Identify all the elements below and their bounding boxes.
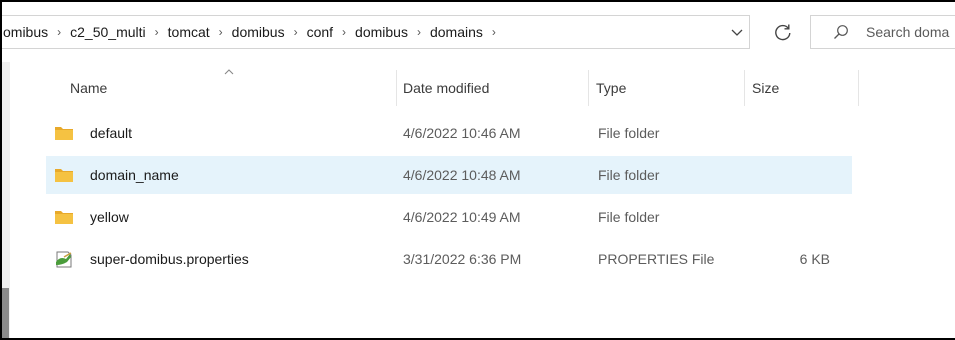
column-headers: Name Date modified Type Size [10,69,955,106]
column-header-name[interactable]: Name [64,70,364,106]
file-name: yellow [90,209,129,225]
search-icon [834,25,848,39]
list-item[interactable]: super-domibus.properties 3/31/2022 6:36 … [46,240,852,278]
address-row: omibus › c2_50_multi › tomcat › domibus … [2,2,955,62]
file-date-modified: 4/6/2022 10:46 AM [403,125,521,141]
column-header-type[interactable]: Type [590,70,740,106]
file-date-modified: 4/6/2022 10:49 AM [403,209,521,225]
breadcrumb-chevron-icon[interactable]: › [49,25,69,39]
breadcrumb-chevron-icon[interactable]: › [334,25,354,39]
list-item[interactable]: default 4/6/2022 10:46 AM File folder [46,114,852,152]
breadcrumb-item[interactable]: omibus [2,24,49,40]
column-divider[interactable] [744,70,745,106]
file-type: File folder [598,125,660,141]
file-type: File folder [598,209,660,225]
breadcrumb: omibus › c2_50_multi › tomcat › domibus … [2,16,504,48]
refresh-icon[interactable] [773,22,793,42]
file-type: PROPERTIES File [598,251,715,267]
column-header-size[interactable]: Size [746,70,846,106]
breadcrumb-item[interactable]: domains [429,24,484,40]
breadcrumb-chevron-icon[interactable]: › [286,25,306,39]
file-size [752,156,830,194]
file-type: File folder [598,167,660,183]
file-size [752,198,830,236]
breadcrumb-item[interactable]: domibus [231,24,286,40]
list-item[interactable]: domain_name 4/6/2022 10:48 AM File folde… [46,156,852,194]
file-name: default [90,125,133,141]
column-divider[interactable] [588,70,589,106]
list-item[interactable]: yellow 4/6/2022 10:49 AM File folder [46,198,852,236]
file-name: super-domibus.properties [90,251,249,267]
file-name: domain_name [90,167,179,183]
folder-icon [55,127,73,140]
chevron-down-icon[interactable] [730,28,744,38]
breadcrumb-item[interactable]: tomcat [167,24,211,40]
file-size: 6 KB [799,251,830,267]
breadcrumb-chevron-icon[interactable]: › [409,25,429,39]
column-divider[interactable] [858,70,859,106]
properties-file-icon [56,251,72,268]
folder-icon [55,169,73,182]
folder-icon [55,211,73,224]
breadcrumb-chevron-icon[interactable]: › [211,25,231,39]
breadcrumb-chevron-icon[interactable]: › [147,25,167,39]
breadcrumb-item[interactable]: conf [306,24,334,40]
breadcrumb-item[interactable]: c2_50_multi [69,24,147,40]
search-placeholder: Search doma [866,24,950,40]
address-bar[interactable]: omibus › c2_50_multi › tomcat › domibus … [2,15,750,49]
file-date-modified: 3/31/2022 6:36 PM [403,251,522,267]
scrollbar-thumb[interactable] [2,288,9,338]
file-size [752,114,830,152]
breadcrumb-item[interactable]: domibus [354,24,409,40]
search-input[interactable]: Search doma [810,15,955,49]
breadcrumb-chevron-icon[interactable]: › [484,25,504,39]
column-header-date-modified[interactable]: Date modified [397,70,587,106]
file-date-modified: 4/6/2022 10:48 AM [403,167,521,183]
